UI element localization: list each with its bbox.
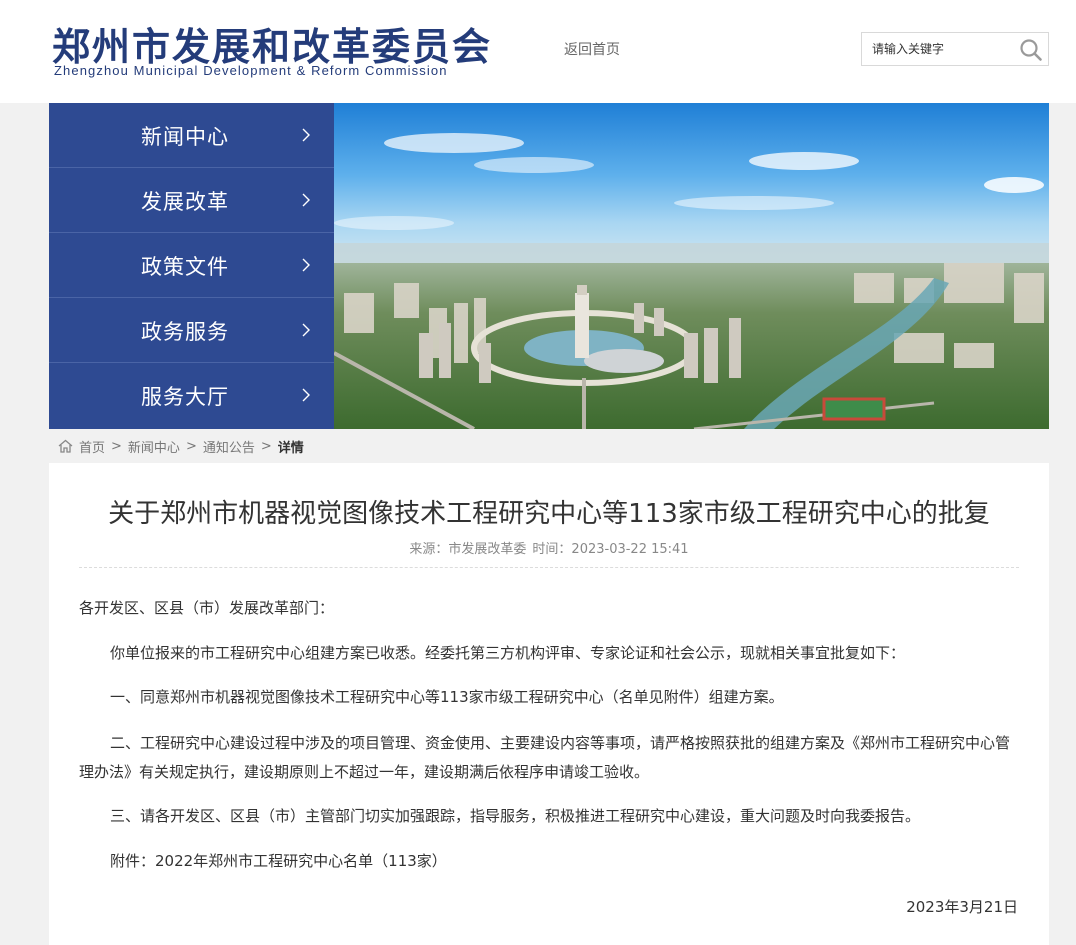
breadcrumb-separator: > bbox=[260, 438, 272, 454]
nav-item-service-hall[interactable]: 服务大厅 bbox=[49, 363, 334, 428]
chevron-right-icon bbox=[302, 128, 310, 142]
article-paragraph: 三、请各开发区、区县（市）主管部门切实加强跟踪，指导服务，积极推进工程研究中心建… bbox=[110, 807, 921, 825]
article-time: 时间：2023-03-22 15:41 bbox=[532, 542, 689, 557]
home-icon bbox=[58, 439, 73, 453]
search-icon[interactable] bbox=[1018, 37, 1044, 63]
article-date: 2023年3月21日 bbox=[906, 898, 1018, 916]
nav-item-policy-documents[interactable]: 政策文件 bbox=[49, 233, 334, 298]
nav-item-label: 新闻中心 bbox=[141, 125, 229, 149]
back-home-link[interactable]: 返回首页 bbox=[564, 39, 620, 59]
breadcrumb-current: 详情 bbox=[277, 440, 304, 456]
main-nav: 新闻中心 发展改革 政策文件 政务服务 服务大厅 bbox=[49, 103, 334, 429]
breadcrumb: 首页 > 新闻中心 > 通知公告 > 详情 bbox=[58, 437, 304, 456]
breadcrumb-notices[interactable]: 通知公告 bbox=[203, 437, 255, 456]
title-divider bbox=[79, 567, 1019, 568]
site-logo-english[interactable]: Zhengzhou Municipal Development & Reform… bbox=[54, 63, 448, 78]
article-salutation: 各开发区、区县（市）发展改革部门： bbox=[79, 599, 335, 617]
city-banner-image bbox=[334, 103, 1049, 429]
search-box bbox=[861, 32, 1049, 66]
breadcrumb-news-center[interactable]: 新闻中心 bbox=[128, 437, 180, 456]
nav-item-development-reform[interactable]: 发展改革 bbox=[49, 168, 334, 233]
chevron-right-icon bbox=[302, 388, 310, 402]
chevron-right-icon bbox=[302, 258, 310, 272]
chevron-right-icon bbox=[302, 193, 310, 207]
breadcrumb-home[interactable]: 首页 bbox=[79, 437, 105, 456]
search-input[interactable] bbox=[862, 33, 1012, 65]
chevron-right-icon bbox=[302, 323, 310, 337]
article-paragraph: 二、工程研究中心建设过程中涉及的项目管理、资金使用、主要建设内容等事项，请严格按… bbox=[79, 734, 1011, 781]
city-skyline-illustration bbox=[334, 103, 1049, 429]
article-paragraph: 一、同意郑州市机器视觉图像技术工程研究中心等113家市级工程研究中心（名单见附件… bbox=[110, 688, 784, 706]
nav-item-label: 服务大厅 bbox=[141, 385, 229, 409]
nav-item-label: 政务服务 bbox=[141, 320, 229, 344]
article: 关于郑州市机器视觉图像技术工程研究中心等113家市级工程研究中心的批复 来源：市… bbox=[49, 463, 1049, 945]
site-header: 郑州市发展和改革委员会 Zhengzhou Municipal Developm… bbox=[0, 0, 1076, 103]
nav-item-label: 政策文件 bbox=[141, 255, 229, 279]
nav-item-news[interactable]: 新闻中心 bbox=[49, 103, 334, 168]
article-paragraph: 你单位报来的市工程研究中心组建方案已收悉。经委托第三方机构评审、专家论证和社会公… bbox=[110, 644, 906, 662]
breadcrumb-separator: > bbox=[185, 438, 197, 454]
article-source: 来源：市发展改革委 bbox=[409, 542, 527, 557]
nav-item-label: 发展改革 bbox=[141, 190, 229, 214]
article-meta: 来源：市发展改革委 时间：2023-03-22 15:41 bbox=[49, 538, 1049, 557]
article-title: 关于郑州市机器视觉图像技术工程研究中心等113家市级工程研究中心的批复 bbox=[108, 499, 990, 529]
breadcrumb-separator: > bbox=[111, 438, 122, 454]
nav-item-government-services[interactable]: 政务服务 bbox=[49, 298, 334, 363]
article-attachment: 附件：2022年郑州市工程研究中心名单（113家） bbox=[110, 852, 447, 870]
